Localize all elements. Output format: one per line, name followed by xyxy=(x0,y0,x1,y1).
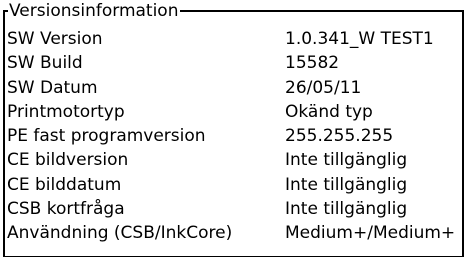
row-pe-firmware: PE fast programversion 255.255.255 xyxy=(7,124,462,148)
row-value: Okänd typ xyxy=(285,101,373,122)
row-value: 255.255.255 xyxy=(285,126,394,147)
row-sw-version: SW Version 1.0.341_W TEST1 xyxy=(7,27,462,51)
row-label: CE bilddatum xyxy=(7,174,122,195)
row-label: SW Datum xyxy=(7,77,98,98)
row-value: Inte tillgänglig xyxy=(285,150,408,171)
row-label: Printmotortyp xyxy=(7,101,125,122)
row-label: CSB kortfråga xyxy=(7,199,125,220)
row-label: PE fast programversion xyxy=(7,126,206,147)
panel-title: Versionsinformation xyxy=(8,0,180,22)
row-value: 1.0.341_W TEST1 xyxy=(285,29,434,49)
row-label: SW Build xyxy=(7,53,83,74)
row-value: Inte tillgänglig xyxy=(285,174,408,195)
row-ce-image-version: CE bildversion Inte tillgänglig xyxy=(7,148,462,172)
version-info-list: SW Version 1.0.341_W TEST1 SW Build 1558… xyxy=(7,27,462,246)
row-value: Medium+/Medium+ xyxy=(285,223,456,244)
row-ce-image-date: CE bilddatum Inte tillgänglig xyxy=(7,173,462,197)
row-printmotortyp: Printmotortyp Okänd typ xyxy=(7,100,462,124)
panel-border-right xyxy=(462,10,464,257)
panel-border-top-right xyxy=(164,10,464,12)
row-value: 26/05/11 xyxy=(285,77,362,98)
row-label: Användning (CSB/InkCore) xyxy=(7,223,233,244)
row-sw-datum: SW Datum 26/05/11 xyxy=(7,76,462,100)
row-label: SW Version xyxy=(7,29,103,49)
row-value: 15582 xyxy=(285,53,340,74)
row-usage: Användning (CSB/InkCore) Medium+/Medium+ xyxy=(7,221,462,245)
row-label: CE bildversion xyxy=(7,150,129,171)
row-sw-build: SW Build 15582 xyxy=(7,51,462,75)
row-value: Inte tillgänglig xyxy=(285,199,408,220)
row-csb-query: CSB kortfråga Inte tillgänglig xyxy=(7,197,462,221)
